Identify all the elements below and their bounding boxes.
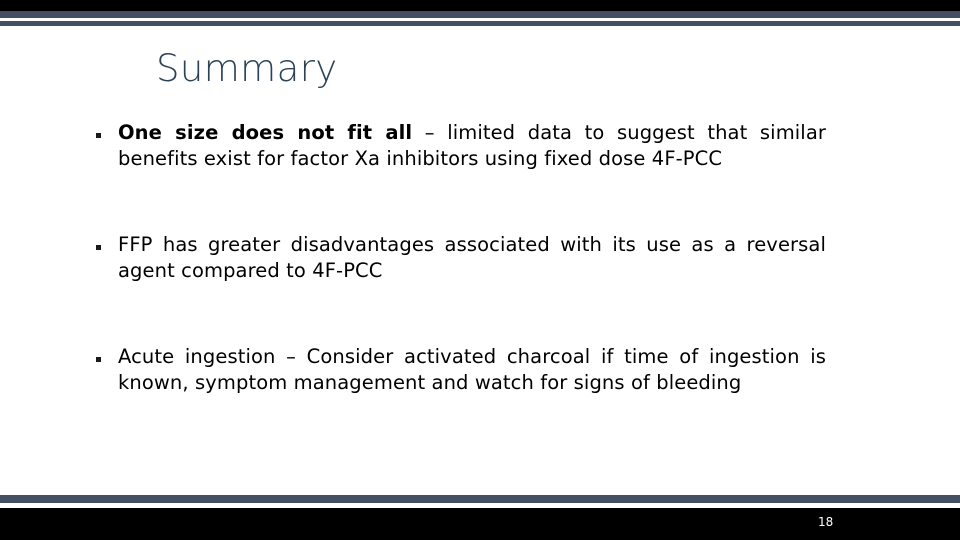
- top-black-band: [0, 0, 960, 11]
- page-number: 18: [818, 515, 834, 529]
- list-item: One size does not fit all – limited data…: [96, 120, 826, 172]
- list-item: Acute ingestion – Consider activated cha…: [96, 344, 826, 396]
- square-bullet-icon: [96, 344, 118, 364]
- bullet-list: One size does not fit all – limited data…: [96, 120, 826, 396]
- top-slate-band-secondary: [0, 21, 960, 26]
- presentation-slide: Summary One size does not fit all – limi…: [0, 0, 960, 540]
- bottom-black-band: [0, 508, 960, 540]
- top-slate-band-primary: [0, 11, 960, 18]
- list-item-text: FFP has greater disadvantages associated…: [118, 232, 826, 284]
- list-item-rest: Acute ingestion – Consider activated cha…: [118, 345, 826, 394]
- bottom-slate-band: [0, 495, 960, 503]
- list-item: FFP has greater disadvantages associated…: [96, 232, 826, 284]
- list-item-text: One size does not fit all – limited data…: [118, 120, 826, 172]
- list-item-lead: One size does not fit all: [118, 121, 413, 144]
- list-item-rest: FFP has greater disadvantages associated…: [118, 233, 826, 282]
- page-title: Summary: [156, 47, 338, 90]
- square-bullet-icon: [96, 120, 118, 140]
- list-item-text: Acute ingestion – Consider activated cha…: [118, 344, 826, 396]
- square-bullet-icon: [96, 232, 118, 252]
